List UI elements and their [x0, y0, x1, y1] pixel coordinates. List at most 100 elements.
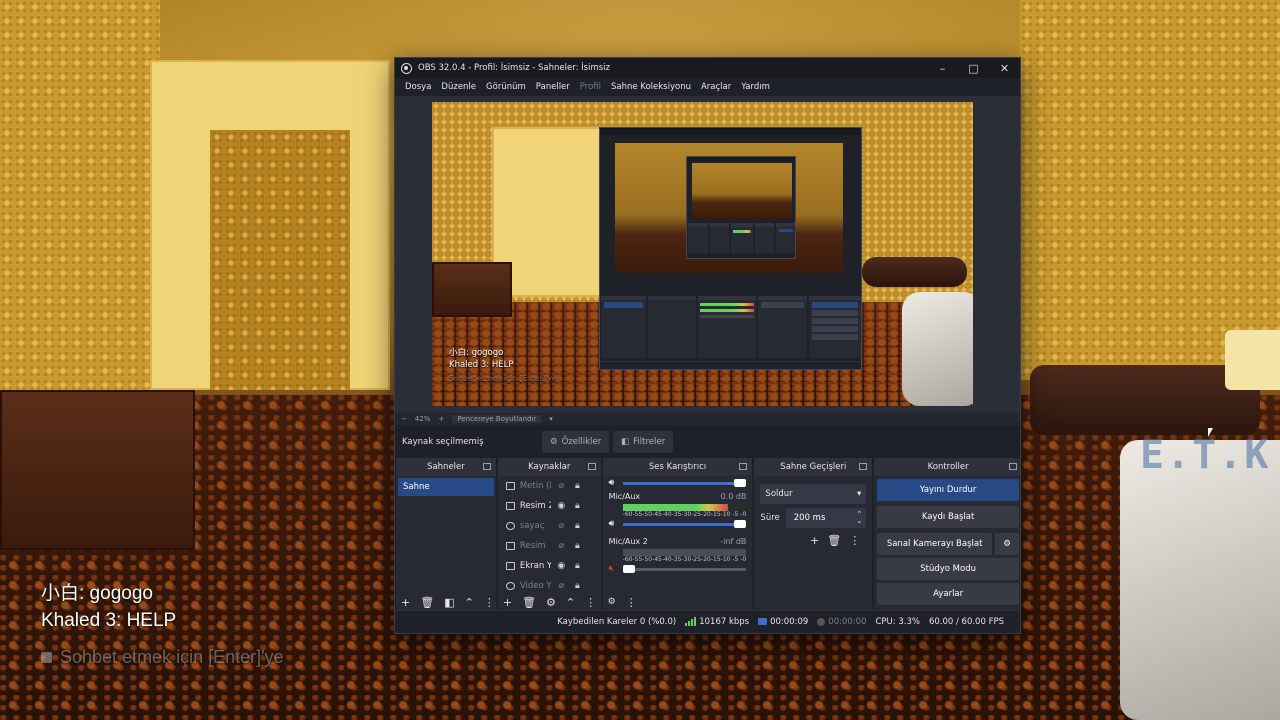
mixer-footer: ⚙ ⋮ [603, 592, 753, 612]
lock-icon[interactable]: 🔒︎ [572, 561, 583, 571]
cpu-usage: CPU: 3.3% [875, 617, 920, 627]
transitions-header: Sahne Geçişleri [754, 458, 873, 476]
trash-icon[interactable]: 🗑 [420, 596, 434, 609]
menu-docks[interactable]: Paneller [531, 82, 575, 92]
chat-hint[interactable]: Sohbet etmek için [Enter]'ye [41, 644, 284, 671]
menu-edit[interactable]: Düzenle [436, 82, 481, 92]
menu-help[interactable]: Yardım [736, 82, 775, 92]
transition-select[interactable]: Soldur ▾ [760, 484, 867, 504]
popout-icon[interactable] [859, 463, 868, 470]
status-bar: Kaybedilen Kareler 0 (%0.0) 10167 kbps 0… [395, 610, 1020, 633]
source-item[interactable]: Metin (F⌀🔒︎ [498, 476, 601, 496]
chevron-down-icon[interactable]: ▾ [549, 415, 553, 423]
stop-stream-button[interactable]: Yayını Durdur [877, 479, 1019, 501]
chevron-up-icon[interactable]: ⌃ [566, 596, 575, 609]
mixer-channel-mic-aux: Mic/Aux 0.0 dB -60-55-50-45-40-35-30-25-2… [603, 492, 753, 529]
game-chat: 小白: gogogo Khaled 3: HELP Sohbet etmek i… [41, 580, 284, 671]
volume-slider[interactable] [622, 564, 747, 573]
fit-to-window-button[interactable]: Pencereye Boyutlandır [452, 415, 542, 423]
menu-view[interactable]: Görünüm [481, 82, 531, 92]
nested-obs-capture-2 [686, 156, 796, 259]
maximize-button[interactable]: □ [958, 58, 989, 78]
lock-icon[interactable]: 🔒︎ [572, 541, 583, 551]
source-item[interactable]: Video Ya⌀🔒︎ [498, 576, 601, 592]
close-button[interactable]: ✕ [989, 58, 1020, 78]
start-recording-button[interactable]: Kaydı Başlat [877, 506, 1019, 528]
nested-docks [601, 296, 861, 358]
add-icon[interactable]: + [401, 596, 410, 609]
more-icon[interactable]: ⋮ [626, 596, 637, 609]
stepper-icon[interactable]: ⌃ ⌄ [856, 511, 862, 525]
trash-icon[interactable]: 🗑 [522, 596, 536, 609]
volume-slider[interactable] [622, 519, 747, 528]
menu-scene-collection[interactable]: Sahne Koleksiyonu [606, 82, 696, 92]
trash-icon[interactable]: 🗑 [827, 534, 841, 547]
record-icon [817, 617, 826, 626]
obs-logo-icon [401, 62, 412, 74]
popout-icon[interactable] [1009, 463, 1017, 470]
eye-hidden-icon[interactable]: ⌀ [556, 521, 567, 531]
gear-icon[interactable]: ⚙ [608, 597, 616, 607]
etk-logo: E.T.K [1140, 432, 1271, 478]
settings-button[interactable]: Ayarlar [877, 583, 1019, 605]
add-icon[interactable]: + [810, 534, 819, 547]
preview-area: 小白: gogogo Khaled 3: HELP Sohbet etmek i… [395, 96, 1020, 413]
menu-bar: Dosya Düzenle Görünüm Paneller Profil Sa… [395, 78, 1020, 96]
preview-canvas[interactable]: 小白: gogogo Khaled 3: HELP Sohbet etmek i… [432, 102, 973, 406]
popout-icon[interactable] [587, 463, 596, 470]
controls-header: Kontroller [874, 458, 1020, 476]
eye-hidden-icon[interactable]: ⌀ [556, 541, 567, 551]
volume-meter [622, 549, 747, 556]
filter-icon[interactable]: ◧ [444, 596, 454, 609]
controls-dock: Kontroller Yayını Durdur Kaydı Başlat Sa… [874, 458, 1020, 612]
gear-icon: ⚙ [550, 436, 558, 447]
chevron-up-icon[interactable]: ⌃ [465, 596, 474, 609]
minimize-button[interactable]: – [927, 58, 958, 78]
chat-line: 小白: gogogo [41, 583, 153, 604]
zoom-out-button[interactable]: − [401, 415, 407, 423]
menu-tools[interactable]: Araçlar [696, 82, 736, 92]
eye-hidden-icon[interactable]: ⌀ [556, 581, 567, 591]
more-icon[interactable]: ⋮ [585, 596, 596, 609]
speaker-icon[interactable]: 🔊︎ [609, 519, 619, 529]
gear-icon[interactable]: ⚙ [546, 596, 556, 609]
meter-ticks: -60-55-50-45-40-35-30-25-20-15-10 -5 -0 [622, 556, 747, 563]
lock-icon[interactable]: 🔒︎ [572, 501, 583, 511]
sources-dock: Kaynaklar Metin (F⌀🔒︎ Resim 2◉🔒︎ sayaç⌀🔒… [497, 458, 601, 612]
lock-icon[interactable]: 🔒︎ [572, 481, 583, 491]
studio-mode-button[interactable]: Stüdyo Modu [877, 558, 1019, 580]
start-virtual-camera-button[interactable]: Sanal Kamerayı Başlat [877, 533, 992, 555]
lock-icon[interactable]: 🔒︎ [572, 521, 583, 531]
add-icon[interactable]: + [503, 596, 512, 609]
eye-hidden-icon[interactable]: ⌀ [556, 481, 567, 491]
muted-speaker-icon[interactable]: 🔇︎ [609, 564, 619, 574]
scene-item[interactable]: Sahne [398, 478, 494, 496]
channel-name: Mic/Aux [608, 492, 641, 501]
popout-icon[interactable] [482, 463, 491, 470]
title-bar[interactable]: OBS 32.0.4 - Profil: İsimsiz - Sahneler:… [395, 58, 1020, 78]
right-wall [1020, 0, 1280, 380]
zoom-in-button[interactable]: + [438, 415, 444, 423]
eye-icon[interactable]: ◉ [556, 561, 567, 571]
source-item[interactable]: sayaç ⌀ 🔒︎ [498, 516, 601, 536]
window-title: OBS 32.0.4 - Profil: İsimsiz - Sahneler:… [418, 63, 610, 73]
properties-button[interactable]: ⚙ Özellikler [542, 430, 610, 453]
eye-icon[interactable]: ◉ [556, 501, 567, 511]
source-item[interactable]: Ekran Ya◉🔒︎ [498, 556, 601, 576]
more-icon[interactable]: ⋮ [849, 534, 860, 547]
duration-input[interactable]: 200 ms ⌃ ⌄ [785, 508, 867, 528]
volume-slider[interactable] [622, 478, 747, 487]
dresser [0, 390, 195, 550]
mouse-cursor [1208, 428, 1213, 437]
filters-button[interactable]: ◧ Filtreler [613, 430, 674, 453]
more-icon[interactable]: ⋮ [484, 596, 495, 609]
zoom-bar: − 42% + Pencereye Boyutlandır ▾ [395, 413, 1020, 425]
lock-icon[interactable]: 🔒︎ [572, 581, 583, 591]
speaker-icon[interactable]: 🔊︎ [609, 478, 619, 488]
menu-file[interactable]: Dosya [400, 82, 436, 92]
menu-profile: Profil [579, 82, 601, 92]
popout-icon[interactable] [739, 463, 748, 470]
gear-icon[interactable]: ⚙ [995, 533, 1019, 555]
source-item[interactable]: Resim ⌀ 🔒︎ [498, 536, 601, 556]
source-item[interactable]: Resim 2 ◉ 🔒︎ [498, 496, 601, 516]
